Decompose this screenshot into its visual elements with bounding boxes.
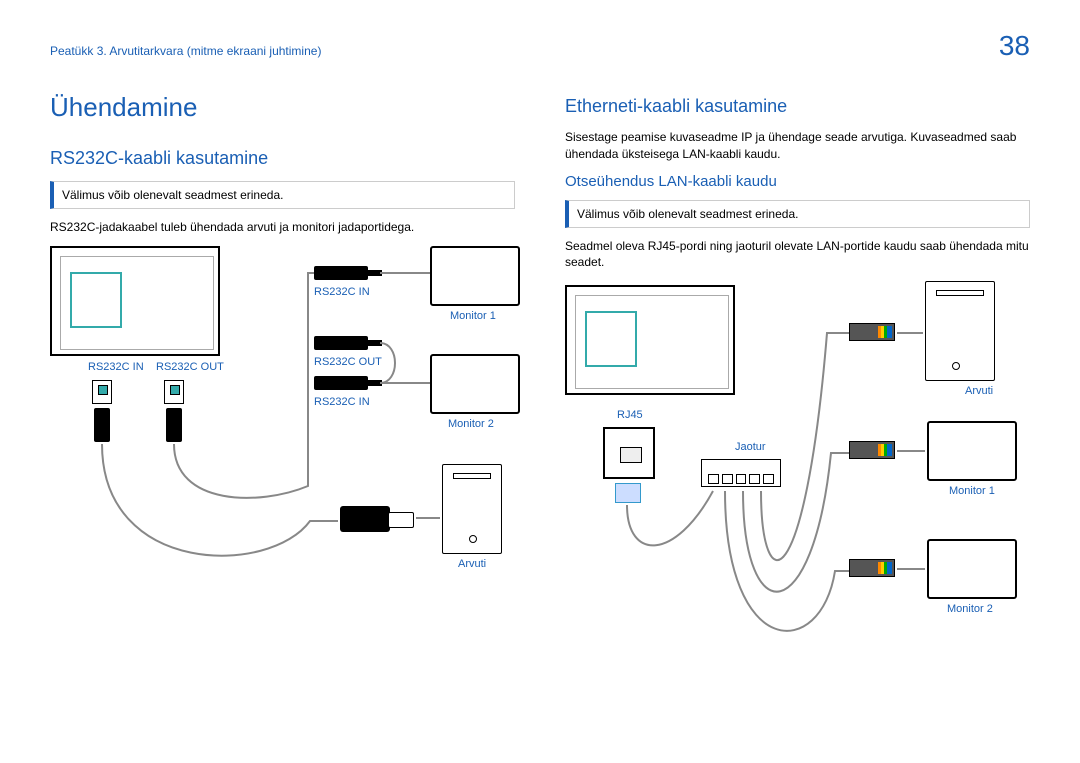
label-rs232c-out-2: RS232C OUT: [314, 356, 382, 368]
text-lan-desc: Seadmel oleva RJ45-pordi ning jaoturil o…: [565, 238, 1030, 272]
diagram-rs232c: RS232C IN RS232C OUT RS232C IN RS232C OU…: [50, 246, 515, 626]
label-monitor2: Monitor 2: [448, 418, 494, 430]
section-rs232c: RS232C-kaabli kasutamine: [50, 148, 515, 169]
page-number: 38: [999, 30, 1030, 62]
label-rs232c-in: RS232C IN: [88, 361, 144, 373]
label-monitor1: Monitor 1: [450, 310, 496, 322]
label-jaotur: Jaotur: [735, 441, 766, 453]
note-ethernet: Välimus võib olenevalt seadmest erineda.: [565, 200, 1030, 228]
diagram-ethernet: RJ45 Jaotur Arvuti Monitor 1: [565, 281, 1030, 681]
label-rs232c-in-3: RS232C IN: [314, 396, 370, 408]
text-ethernet-desc: Sisestage peamise kuvaseadme IP ja ühend…: [565, 129, 1030, 163]
label-rs232c-out: RS232C OUT: [156, 361, 224, 373]
label-monitor1-2: Monitor 1: [949, 485, 995, 497]
subsection-lan-direct: Otseühendus LAN-kaabli kaudu: [565, 173, 1030, 190]
label-arvuti: Arvuti: [458, 558, 486, 570]
page-title: Ühendamine: [50, 92, 515, 123]
label-rj45: RJ45: [617, 409, 643, 421]
note-rs232c: Välimus võib olenevalt seadmest erineda.: [50, 181, 515, 209]
section-ethernet: Etherneti-kaabli kasutamine: [565, 96, 1030, 117]
label-monitor2-2: Monitor 2: [947, 603, 993, 615]
breadcrumb: Peatükk 3. Arvutitarkvara (mitme ekraani…: [50, 44, 321, 58]
text-rs232c-desc: RS232C-jadakaabel tuleb ühendada arvuti …: [50, 219, 515, 236]
label-arvuti-2: Arvuti: [965, 385, 993, 397]
label-rs232c-in-2: RS232C IN: [314, 286, 370, 298]
